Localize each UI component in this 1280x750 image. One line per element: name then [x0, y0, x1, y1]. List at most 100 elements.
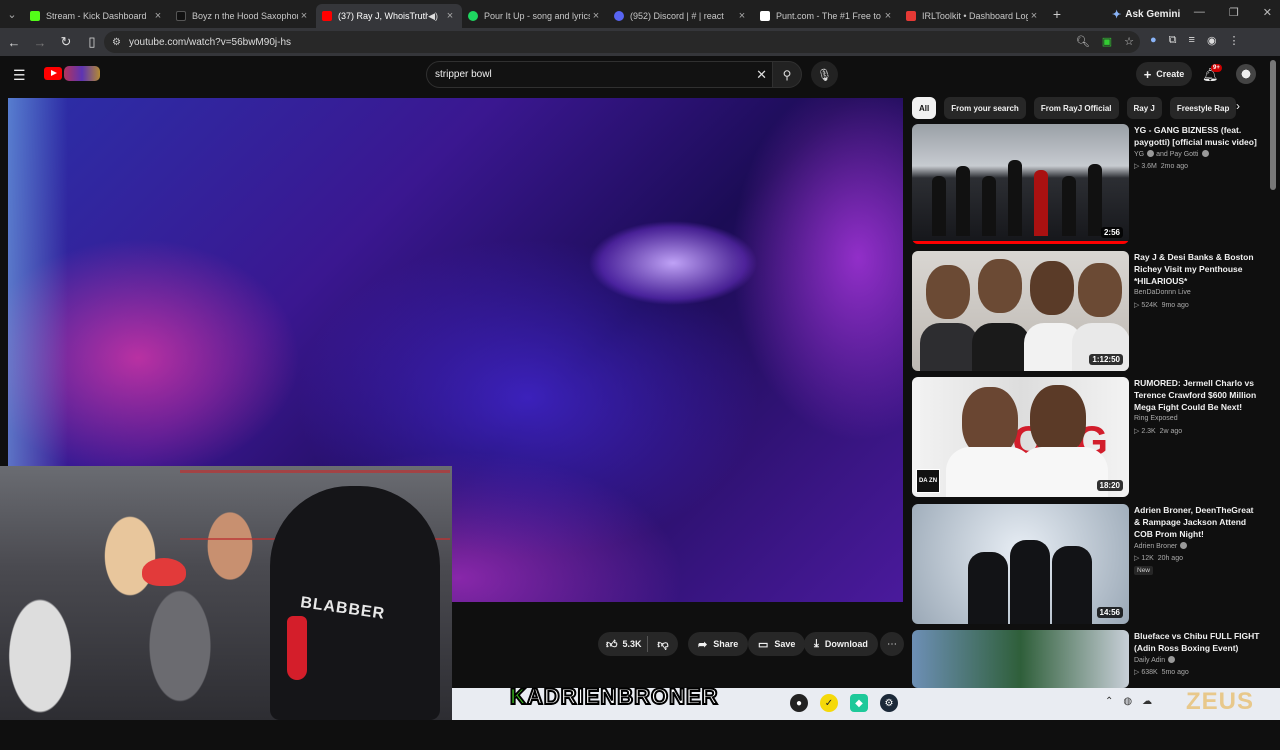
browser-tab[interactable]: IRLToolkit • Dashboard Log × [900, 4, 1046, 28]
video-thumbnail[interactable]: 1:12:50 [912, 251, 1129, 371]
share-button[interactable]: ➦ Share [688, 632, 749, 656]
close-icon[interactable]: × [298, 10, 310, 22]
view-count: 12K [1141, 555, 1154, 562]
irltoolkit-favicon-icon [906, 11, 916, 21]
menu-hamburger-icon[interactable]: ☰ [13, 67, 26, 84]
save-bookmark-icon: ▭ [758, 638, 769, 651]
forward-arrow-icon[interactable]: → [28, 35, 52, 50]
youtube-doodle-logo[interactable] [64, 66, 100, 81]
extension-icon[interactable]: ● [1150, 34, 1157, 47]
address-bar[interactable]: ⚙ youtube.com/watch?v=56bwM90j-hs 🔍︎ ▣ ☆ [104, 31, 1140, 53]
browser-tab[interactable]: Pour It Up - song and lyrics × [462, 4, 608, 28]
tray-cloud-icon[interactable]: ☁ [1142, 696, 1152, 707]
ask-gemini-button[interactable]: ✦ Ask Gemini [1104, 5, 1188, 23]
download-icon: ⤓ [814, 637, 819, 650]
more-actions-icon[interactable]: ⋯ [880, 632, 904, 656]
upload-age: 20h ago [1157, 555, 1183, 562]
minimize-icon[interactable]: — [1194, 6, 1205, 19]
maximize-icon[interactable]: ❐ [1229, 6, 1239, 19]
page-scrollbar[interactable] [1270, 60, 1276, 190]
clear-search-icon[interactable]: ✕ [756, 67, 767, 83]
norton-app-icon[interactable]: ✓ [820, 694, 838, 712]
share-label: Share [713, 639, 739, 649]
profile-icon[interactable]: ◉ [1207, 34, 1217, 47]
thumb-suit [968, 552, 1008, 624]
upload-age: 5mo ago [1161, 669, 1189, 676]
chip-ray-j[interactable]: Ray J [1126, 97, 1162, 119]
video-title[interactable]: Ray J & Desi Banks & Boston Richey Visit… [1134, 251, 1260, 287]
channel-name[interactable]: Daily Adin [1134, 656, 1176, 664]
close-icon[interactable]: × [1028, 10, 1040, 22]
browser-tab[interactable]: Stream - Kick Dashboard × [24, 4, 170, 28]
channel-name[interactable]: Ring Exposed [1134, 415, 1178, 422]
steam-app-icon[interactable]: ⚙ [880, 694, 898, 712]
browser-tab[interactable]: (952) Discord | # | react × [608, 4, 754, 28]
video-title[interactable]: RUMORED: Jermell Charlo vs Terence Crawf… [1134, 377, 1260, 413]
thumb-figure [982, 176, 996, 236]
site-info-icon[interactable]: ⚙ [112, 37, 121, 48]
tab-search-icon[interactable]: ⌄ [0, 0, 24, 28]
channel-name[interactable]: Adrien Broner [1134, 542, 1188, 550]
tray-app-icon[interactable]: ◍ [1123, 696, 1132, 707]
recommended-video[interactable]: 1:12:50 Ray J & Desi Banks & Boston Rich… [912, 251, 1268, 371]
video-title[interactable]: YG - GANG BIZNESS (feat. paygotti) [offi… [1134, 124, 1260, 148]
youtube-logo-icon[interactable] [44, 67, 62, 80]
thumb-figure [932, 176, 946, 236]
zoom-icon[interactable]: 🔍︎ [1076, 35, 1090, 48]
video-thumbnail[interactable]: 2:56 [912, 124, 1129, 244]
create-button[interactable]: + Create [1136, 62, 1192, 86]
new-tab-plus-icon[interactable]: + [1046, 6, 1068, 22]
chip-freestyle-rap[interactable]: Freestyle Rap [1169, 97, 1237, 119]
video-thumbnail[interactable] [912, 630, 1129, 688]
streamlabs-app-icon[interactable]: ◆ [850, 694, 868, 712]
close-icon[interactable]: × [444, 10, 456, 22]
close-window-icon[interactable]: ✕ [1263, 6, 1272, 19]
obs-app-icon[interactable]: ● [790, 694, 808, 712]
search-input[interactable]: stripper bowl ✕ [426, 61, 778, 88]
chevron-right-icon[interactable]: › [1236, 99, 1240, 113]
video-thumbnail[interactable]: DOUG DA ZN 18:20 [912, 377, 1129, 497]
chip-from-rayj-official[interactable]: From RayJ Official [1033, 97, 1119, 119]
reload-icon[interactable]: ↻ [54, 34, 78, 50]
puzzle-extensions-icon[interactable]: ⧉ [1169, 34, 1177, 47]
channel-extra: and Pay Gotti [1156, 151, 1199, 158]
tray-chevron-up-icon[interactable]: ⌃ [1105, 696, 1113, 707]
video-title[interactable]: Adrien Broner, DeenTheGreat & Rampage Ja… [1134, 504, 1260, 540]
browser-tab[interactable]: Boyz n the Hood Saxophone × [170, 4, 316, 28]
close-icon[interactable]: × [152, 10, 164, 22]
channel-name[interactable]: YG and Pay Gotti [1134, 150, 1209, 158]
recommended-video[interactable]: DOUG DA ZN 18:20 RUMORED: Jermell Charlo… [912, 377, 1268, 497]
chip-from-your-search[interactable]: From your search [944, 97, 1026, 119]
video-meta: ▷ 2.3K 2w ago [1134, 428, 1183, 435]
voice-search-mic-icon[interactable]: 🎙︎ [811, 61, 838, 88]
save-button[interactable]: ▭ Save [748, 632, 806, 656]
account-avatar[interactable] [1236, 64, 1256, 84]
media-controls-icon[interactable]: ≡ [1189, 34, 1195, 47]
chip-all[interactable]: All [912, 97, 937, 119]
back-arrow-icon[interactable]: ← [2, 35, 26, 50]
recommended-video[interactable]: 14:56 Adrien Broner, DeenTheGreat & Ramp… [912, 504, 1268, 624]
recommended-video[interactable]: 2:56 YG - GANG BIZNESS (feat. paygotti) … [912, 124, 1268, 244]
video-thumbnail[interactable]: 14:56 [912, 504, 1129, 624]
system-tray: ⌃ ◍ ☁ [1105, 696, 1152, 707]
side-panel-icon[interactable]: ▯ [80, 34, 104, 50]
speaker-icon[interactable]: ◀) [428, 11, 438, 22]
save-label: Save [774, 639, 796, 649]
dislike-button[interactable]: 👎︎ [648, 638, 678, 651]
download-button[interactable]: ⤓ Download [804, 632, 878, 656]
close-icon[interactable]: × [590, 10, 602, 22]
extension-shield-icon[interactable]: ▣ [1102, 35, 1112, 48]
close-icon[interactable]: × [736, 10, 748, 22]
channel-name[interactable]: BenDaDonnn Live [1134, 289, 1191, 296]
view-count: 3.6M [1141, 163, 1157, 170]
browser-tab[interactable]: Punt.com - The #1 Free to × [754, 4, 900, 28]
close-icon[interactable]: × [882, 10, 894, 22]
browser-menu-icon[interactable]: ⋮ [1229, 34, 1240, 47]
upload-age: 2mo ago [1160, 163, 1189, 170]
video-title[interactable]: Blueface vs Chibu FULL FIGHT (Adin Ross … [1134, 630, 1260, 654]
search-query: stripper bowl [435, 69, 492, 80]
browser-tab-active[interactable]: (37) Ray J, WhoisTruth ◀) × [316, 4, 462, 28]
like-button[interactable]: 👍︎ 5.3K [598, 636, 648, 652]
search-button[interactable]: ⚲ [772, 61, 802, 88]
bookmark-star-icon[interactable]: ☆ [1124, 35, 1134, 48]
